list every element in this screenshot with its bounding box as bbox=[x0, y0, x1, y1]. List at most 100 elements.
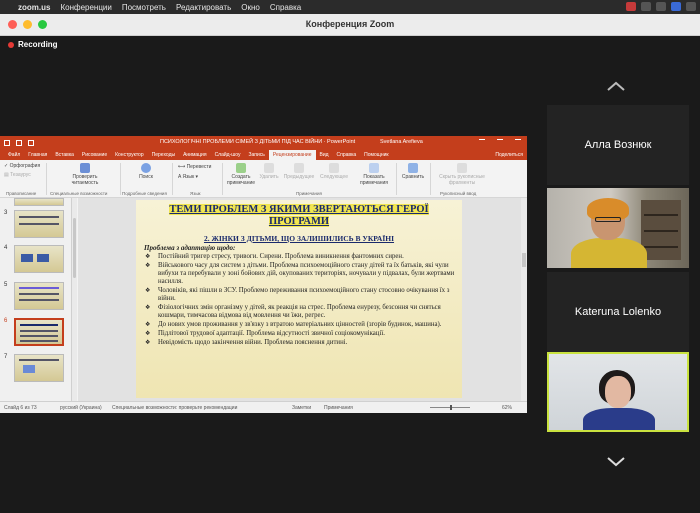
ppt-doc-title: ПСИХОЛОГІЧНІ ПРОБЛЕМИ СІМЕЙ З ДІТЬМИ ПІД… bbox=[160, 139, 356, 145]
comments-icon bbox=[369, 163, 379, 173]
previous-comment-button[interactable]: Предыдущее bbox=[282, 163, 316, 180]
show-comments-button[interactable]: Показать примечания bbox=[356, 163, 392, 186]
bullet-item: Підлітової трудової адаптації. Проблема … bbox=[144, 330, 456, 338]
previous-icon bbox=[294, 163, 304, 173]
thumbnail-number: 5 bbox=[4, 282, 8, 288]
undo-icon[interactable] bbox=[16, 139, 22, 146]
slide-subtitle: 2. ЖІНКИ З ДІТЬМИ, ЩО ЗАЛИШИЛИСЬ В УКРАЇ… bbox=[203, 234, 395, 243]
record-dot-icon bbox=[8, 41, 14, 48]
tab-slideshow[interactable]: Слайд-шоу bbox=[211, 152, 245, 160]
tab-record[interactable]: Запись bbox=[244, 152, 268, 160]
slide-scrollbar[interactable] bbox=[521, 198, 527, 401]
active-speaker-tile[interactable] bbox=[547, 352, 689, 432]
menu-edit[interactable]: Редактировать bbox=[176, 3, 231, 12]
thumbnail-number: 3 bbox=[4, 210, 8, 216]
tab-assistant[interactable]: Помощник bbox=[360, 152, 392, 160]
participant-video-tile[interactable] bbox=[547, 188, 689, 268]
bullet-item: Військового часу для систем з дітьми. Пр… bbox=[144, 262, 456, 286]
group-language: Язык bbox=[190, 191, 201, 196]
comments-button[interactable]: Примечания bbox=[324, 405, 353, 411]
menu-conferences[interactable]: Конференции bbox=[60, 3, 111, 12]
ink-icon bbox=[457, 163, 467, 173]
thumbnail-number: 7 bbox=[4, 354, 8, 360]
status-icon[interactable] bbox=[656, 2, 666, 11]
search-icon bbox=[141, 163, 151, 173]
menu-help[interactable]: Справка bbox=[270, 3, 301, 12]
ppt-titlebar: ПСИХОЛОГІЧНІ ПРОБЛЕМИ СІМЕЙ З ДІТЬМИ ПІД… bbox=[0, 136, 527, 149]
tab-view[interactable]: Вид bbox=[316, 152, 333, 160]
bullet-item: Постійний тригер стресу, тривоги. Сирени… bbox=[144, 253, 456, 261]
slide-thumbnail[interactable] bbox=[14, 282, 64, 310]
bullet-item: Чоловіків, які пішли в ЗСУ. Проблемо пер… bbox=[144, 287, 456, 303]
participant-tile[interactable]: Алла Вознюк bbox=[547, 105, 689, 185]
compare-button[interactable]: Сравнить bbox=[400, 163, 426, 180]
tab-insert[interactable]: Вставка bbox=[51, 152, 78, 160]
zoom-level[interactable]: 62% bbox=[502, 405, 512, 411]
minimize-icon[interactable] bbox=[479, 139, 485, 145]
slide-thumbnail-selected[interactable] bbox=[14, 318, 64, 346]
language-button[interactable]: A Язык ▾ bbox=[178, 174, 198, 180]
bullet-item: До нових умов проживання у зв'язку з втр… bbox=[144, 321, 456, 329]
translate-button[interactable]: ⟷ Перевести bbox=[178, 164, 211, 170]
next-icon bbox=[329, 163, 339, 173]
window-title: Конференция Zoom bbox=[305, 19, 395, 29]
status-icon[interactable] bbox=[641, 2, 651, 11]
participant-tile[interactable]: Kateruna Lolenko bbox=[547, 272, 689, 352]
compare-icon bbox=[408, 163, 418, 173]
thumbnail-number: 4 bbox=[4, 245, 8, 251]
tab-design[interactable]: Конструктор bbox=[111, 152, 148, 160]
check-accessibility-button[interactable]: Проверить читаемость bbox=[60, 163, 110, 186]
close-icon[interactable] bbox=[515, 139, 521, 145]
autosave-icon[interactable] bbox=[4, 139, 10, 146]
hide-ink-button[interactable]: Скрыть рукописные фрагменты bbox=[434, 163, 490, 186]
scroll-up-chevron-icon[interactable] bbox=[606, 80, 626, 92]
share-button[interactable]: Поделиться bbox=[491, 152, 527, 160]
slide-heading: Проблема з адаптацію щодо: bbox=[144, 244, 236, 252]
recording-label: Recording bbox=[18, 40, 58, 49]
ppt-user[interactable]: Svetlana Arefieva bbox=[380, 139, 423, 145]
scroll-down-chevron-icon[interactable] bbox=[606, 456, 626, 468]
maximize-icon[interactable] bbox=[497, 139, 503, 145]
menu-window[interactable]: Окно bbox=[241, 3, 260, 12]
bookshelf bbox=[641, 200, 681, 260]
language-status[interactable]: русский (Украина) bbox=[60, 405, 102, 411]
tab-file[interactable]: Файл bbox=[4, 152, 24, 160]
tab-review[interactable]: Рецензирование bbox=[268, 150, 316, 160]
status-app-icon[interactable] bbox=[671, 2, 681, 11]
menu-view[interactable]: Посмотреть bbox=[122, 3, 166, 12]
status-icon[interactable] bbox=[686, 2, 696, 11]
slide-thumbnails: 3 4 5 6 7 bbox=[0, 198, 77, 401]
spelling-button[interactable]: ✓ Орфография bbox=[4, 163, 40, 169]
new-comment-button[interactable]: Создать примечание bbox=[226, 163, 256, 186]
recording-indicator[interactable]: Recording bbox=[8, 40, 58, 49]
slide-thumbnail[interactable] bbox=[14, 354, 64, 382]
thumbnail-scrollbar[interactable] bbox=[72, 198, 77, 401]
group-ink: Рукописный ввод bbox=[440, 191, 477, 196]
slide-thumbnail[interactable] bbox=[14, 198, 64, 206]
current-slide[interactable]: ТЕМИ ПРОБЛЕМ З ЯКИМИ ЗВЕРТАЮТЬСЯ ГЕРОЇ ПР… bbox=[136, 200, 462, 398]
tab-animations[interactable]: Анимация bbox=[179, 152, 210, 160]
zoom-slider[interactable] bbox=[430, 405, 470, 410]
next-comment-button[interactable]: Следующее bbox=[318, 163, 350, 180]
slide-thumbnail[interactable] bbox=[14, 245, 64, 273]
search-button[interactable]: Поиск bbox=[132, 163, 160, 180]
status-app-icon[interactable] bbox=[626, 2, 636, 11]
slide-thumbnail[interactable] bbox=[14, 210, 64, 238]
slide-title: ТЕМИ ПРОБЛЕМ З ЯКИМИ ЗВЕРТАЮТЬСЯ ГЕРОЇ ПР… bbox=[169, 204, 429, 227]
tab-home[interactable]: Главная bbox=[24, 152, 51, 160]
thesaurus-button[interactable]: ▤ Тезаурус bbox=[4, 172, 31, 178]
tab-help[interactable]: Справка bbox=[333, 152, 361, 160]
participant-body bbox=[583, 408, 655, 430]
ribbon: ✓ Орфография ▤ Тезаурус Правописание Про… bbox=[0, 160, 527, 198]
notes-button[interactable]: Заметки bbox=[292, 405, 311, 411]
slide-counter: Слайд 6 из 73 bbox=[4, 405, 37, 411]
participant-name: Kateruna Lolenko bbox=[574, 306, 662, 318]
delete-comment-button[interactable]: Удалить bbox=[258, 163, 280, 180]
menu-app[interactable]: zoom.us bbox=[18, 3, 50, 12]
redo-icon[interactable] bbox=[28, 139, 34, 146]
thumbnail-number: 6 bbox=[4, 318, 8, 324]
tab-draw[interactable]: Рисование bbox=[78, 152, 111, 160]
accessibility-status[interactable]: Специальные возможности: проверьте реком… bbox=[112, 405, 237, 411]
tab-transitions[interactable]: Переходы bbox=[148, 152, 179, 160]
ribbon-tabs: Файл Главная Вставка Рисование Конструкт… bbox=[0, 149, 527, 160]
